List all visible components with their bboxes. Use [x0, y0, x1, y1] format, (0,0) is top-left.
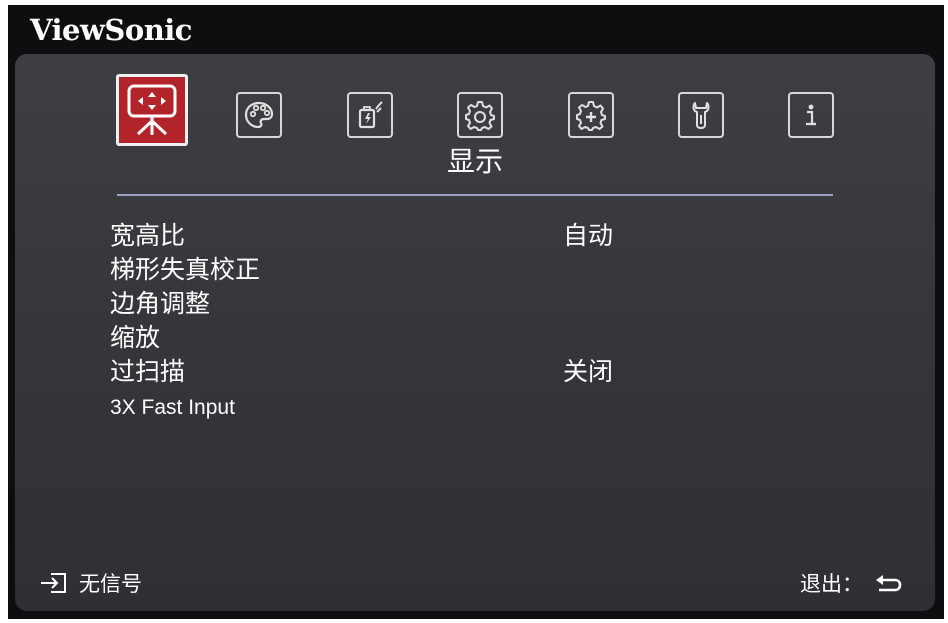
divider [117, 194, 833, 196]
gear-icon [465, 101, 495, 131]
menu-value-overscan: 关闭 [563, 357, 614, 386]
tab-maintenance[interactable] [678, 92, 724, 138]
exit-label: 退出： [800, 572, 863, 596]
tab-advanced-settings[interactable] [568, 92, 614, 138]
osd-window: ViewSonic 显示 宽高比 自动 梯形失真校正 边角调整 缩放 过扫描 关… [8, 5, 944, 619]
return-icon[interactable] [873, 572, 903, 594]
tab-basic-settings[interactable] [457, 92, 503, 138]
tab-picture[interactable] [236, 92, 282, 138]
menu-item-corner-adjust[interactable]: 边角调整 [110, 289, 210, 319]
section-title: 显示 [446, 145, 503, 178]
exit-hint: 退出： [800, 568, 903, 598]
input-status: 无信号 [39, 568, 142, 598]
menu-item-overscan[interactable]: 过扫描 [110, 357, 185, 387]
menu-item-3x-fast-input[interactable]: 3X Fast Input [110, 393, 235, 423]
advanced-gear-icon [576, 101, 606, 131]
tab-display[interactable] [116, 74, 188, 146]
osd-menu-panel: 显示 宽高比 自动 梯形失真校正 边角调整 缩放 过扫描 关闭 3X Fast … [15, 54, 935, 611]
menu-value-aspect-ratio: 自动 [563, 221, 614, 250]
palette-icon [244, 101, 274, 129]
wrench-icon [692, 102, 710, 129]
tab-power-management[interactable] [347, 92, 393, 138]
brand-logo: ViewSonic [30, 13, 192, 47]
input-source-icon [41, 573, 66, 593]
input-status-text: 无信号 [79, 572, 142, 596]
tab-information[interactable] [788, 92, 834, 138]
menu-item-keystone[interactable]: 梯形失真校正 [110, 255, 260, 285]
power-icon [358, 101, 383, 129]
menu-item-aspect-ratio[interactable]: 宽高比 [110, 221, 185, 251]
display-icon [127, 84, 177, 136]
menu-item-zoom[interactable]: 缩放 [110, 323, 160, 353]
info-icon [806, 104, 816, 126]
